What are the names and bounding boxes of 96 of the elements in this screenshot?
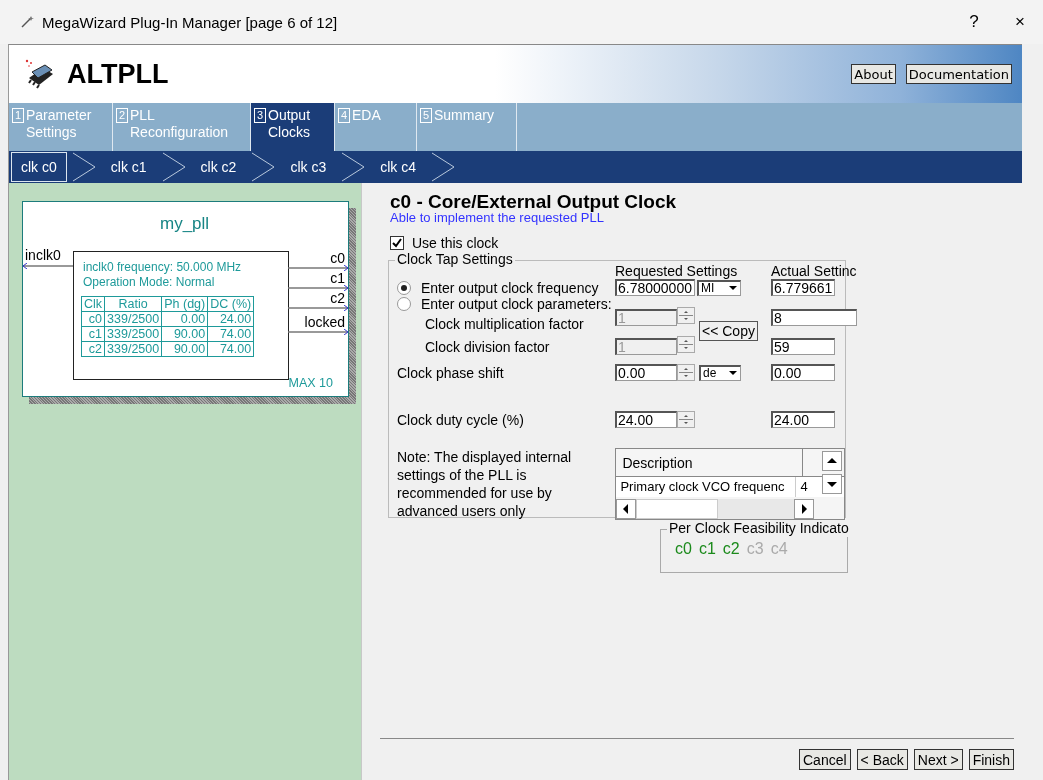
table-cell: 339/2500 [104, 341, 162, 357]
table-cell: 74.00 [207, 326, 254, 342]
port-label: locked [304, 315, 345, 329]
column-header: Clk [81, 296, 105, 312]
clock-tab[interactable]: clk c0 [11, 152, 67, 182]
field-label: Clock multiplication factor [424, 316, 585, 332]
clock-indicator: c1 [698, 540, 716, 558]
wizard-button[interactable]: Finish [968, 749, 1014, 770]
clock-indicator: c4 [770, 540, 788, 558]
column-header: Requested Settings [615, 263, 739, 279]
wand-icon [20, 15, 34, 29]
port-label: c0 [330, 251, 345, 265]
field-label: Clock phase shift [397, 364, 505, 381]
app-title: ALTPLL [67, 58, 170, 90]
step-tab[interactable]: 3 Output Clocks [251, 103, 335, 151]
column-header: DC (%) [207, 296, 254, 312]
spinner-icon[interactable] [677, 307, 695, 324]
table-cell: c1 [81, 326, 105, 342]
chevron-icon [340, 152, 367, 182]
status-text: Able to implement the requested PLL [390, 211, 604, 225]
caret-icon [728, 285, 738, 291]
table-cell: 0.00 [161, 311, 208, 327]
table-cell: 90.00 [161, 326, 208, 342]
input-field[interactable]: 24.00 [771, 411, 835, 428]
port-label: inclk0 [25, 248, 61, 262]
wizard-button[interactable]: Cancel [799, 749, 851, 770]
spinner-icon[interactable] [677, 364, 695, 381]
unit-dropdown[interactable]: de [699, 364, 741, 381]
checkbox[interactable] [390, 236, 404, 250]
block-name: my_pll [160, 214, 210, 234]
output-wire [288, 329, 348, 335]
scroll-right-icon[interactable] [794, 499, 815, 519]
output-wire [288, 265, 348, 271]
chevron-icon [160, 152, 187, 182]
column-header: Ph (dg) [161, 296, 208, 312]
table-cell: 74.00 [207, 341, 254, 357]
clock-indicator: c0 [675, 540, 692, 558]
column-header: Description [616, 449, 804, 476]
output-wire [288, 285, 348, 291]
input-field[interactable]: 0.00 [615, 364, 677, 381]
info-text: inclk0 frequency: 50.000 MHz [83, 260, 242, 274]
port-label: c1 [330, 271, 345, 285]
spinner-icon[interactable] [677, 336, 695, 353]
documentation-button[interactable]: Documentation [905, 64, 1012, 84]
output-wire [288, 305, 348, 311]
column-header: Ratio [104, 296, 162, 312]
table-cell: 339/2500 [104, 326, 162, 342]
wizard-button[interactable]: Next > [913, 749, 963, 770]
close-button[interactable]: × [997, 12, 1043, 32]
clock-tab[interactable]: clk c3 [280, 152, 337, 182]
table-cell: Primary clock VCO frequenc [616, 477, 797, 497]
scrollbar-thumb[interactable] [636, 499, 719, 519]
port-label: c2 [330, 291, 345, 305]
spinner-icon[interactable] [677, 411, 695, 428]
chevron-icon [250, 152, 277, 182]
clock-tab[interactable]: clk c1 [100, 152, 157, 182]
table-cell: 339/2500 [104, 311, 162, 327]
scroll-left-icon[interactable] [616, 499, 637, 519]
chevron-icon [70, 152, 97, 182]
chevron-icon [430, 152, 456, 182]
unit-dropdown[interactable]: MI [697, 279, 741, 296]
window-title: MegaWizard Plug-In Manager [page 6 of 12] [42, 13, 339, 31]
radio-label: Enter output clock frequency [421, 279, 599, 296]
clock-indicator: c3 [746, 540, 764, 558]
scroll-up-icon[interactable] [822, 451, 842, 471]
field-label: Clock division factor [424, 339, 551, 355]
group-title: Clock Tap Settings [395, 251, 515, 267]
input-field[interactable]: 6.78000000 [615, 279, 695, 296]
clock-indicator: c2 [722, 540, 740, 558]
info-text: Operation Mode: Normal [83, 275, 215, 289]
clock-tab[interactable]: clk c2 [190, 152, 247, 182]
table-cell-text: 4 [799, 478, 808, 496]
wizard-button[interactable]: < Back [856, 749, 908, 770]
table-cell: 24.00 [207, 311, 254, 327]
input-wire [23, 263, 73, 269]
input-field[interactable]: 24.00 [615, 411, 677, 428]
scroll-down-icon[interactable] [822, 474, 842, 494]
help-button[interactable]: ? [951, 12, 997, 32]
group-title: Per Clock Feasibility Indicato [667, 520, 851, 537]
about-button[interactable]: About [851, 64, 896, 84]
radio-label: Enter output clock parameters: [421, 296, 612, 312]
device-label: MAX 10 [288, 376, 333, 390]
clock-tab[interactable]: clk c4 [370, 152, 426, 182]
input-field[interactable]: 0.00 [771, 364, 835, 381]
table-cell: 90.00 [161, 341, 208, 357]
caret-icon [728, 370, 738, 376]
table-cell: c0 [81, 311, 105, 327]
copy-button[interactable]: << Copy [699, 321, 758, 341]
radio-button[interactable] [397, 280, 411, 295]
table-cell: c2 [81, 341, 105, 357]
note-text: Note: The displayed internal settings of the PLL is recommended for use by advanced users only [397, 448, 573, 520]
radio-button[interactable] [397, 297, 411, 311]
field-label: Clock duty cycle (%) [397, 411, 525, 428]
input-field[interactable]: 6.779661 [771, 279, 835, 296]
checkbox-label: Use this clock [412, 235, 499, 251]
column-header: Actual Settinc [771, 263, 857, 279]
